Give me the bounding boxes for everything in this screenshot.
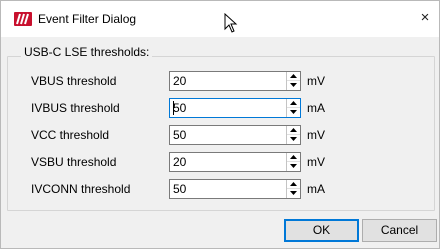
spinbox-value[interactable]: 50	[173, 182, 186, 196]
threshold-row-ivbus: IVBUS threshold 50 mA	[1, 98, 440, 118]
spin-down-icon[interactable]	[287, 189, 300, 198]
threshold-unit: mV	[307, 74, 325, 88]
spinbox-value[interactable]: 20	[173, 155, 186, 169]
ivconn-threshold-spinbox[interactable]: 50	[169, 179, 301, 199]
cancel-button[interactable]: Cancel	[362, 219, 437, 242]
spinbox-value[interactable]: 50	[173, 128, 186, 142]
spinbox-arrows	[286, 72, 300, 90]
spin-up-icon[interactable]	[287, 126, 300, 135]
spin-up-icon[interactable]	[287, 153, 300, 162]
threshold-row-ivconn: IVCONN threshold 50 mA	[1, 179, 440, 199]
close-icon[interactable]: ×	[417, 10, 433, 26]
threshold-label: VSBU threshold	[31, 155, 117, 169]
threshold-unit: mV	[307, 128, 325, 142]
threshold-label: IVBUS threshold	[31, 101, 120, 115]
threshold-unit: mA	[307, 101, 325, 115]
threshold-row-vsbu: VSBU threshold 20 mV	[1, 152, 440, 172]
ok-button[interactable]: OK	[284, 219, 359, 242]
vbus-threshold-spinbox[interactable]: 20	[169, 71, 301, 91]
threshold-label: VCC threshold	[31, 128, 110, 142]
threshold-label: IVCONN threshold	[31, 182, 131, 196]
threshold-unit: mA	[307, 182, 325, 196]
dialog-window: Event Filter Dialog × USB-C LSE threshol…	[0, 0, 440, 249]
threshold-row-vbus: VBUS threshold 20 mV	[1, 71, 440, 91]
spin-down-icon[interactable]	[287, 162, 300, 171]
spin-up-icon[interactable]	[287, 72, 300, 81]
spin-up-icon[interactable]	[287, 180, 300, 189]
group-title: USB-C LSE thresholds:	[21, 45, 153, 59]
spinbox-arrows	[286, 153, 300, 171]
threshold-row-vcc: VCC threshold 50 mV	[1, 125, 440, 145]
text-caret	[173, 101, 174, 115]
spin-up-icon[interactable]	[287, 99, 300, 108]
ivbus-threshold-spinbox[interactable]: 50	[169, 98, 301, 118]
spinbox-arrows	[286, 180, 300, 198]
spin-down-icon[interactable]	[287, 81, 300, 90]
threshold-label: VBUS threshold	[31, 74, 117, 88]
spinbox-arrows	[286, 126, 300, 144]
spinbox-value[interactable]: 50	[173, 101, 186, 115]
title-bar[interactable]: Event Filter Dialog ×	[1, 1, 439, 37]
spinbox-value[interactable]: 20	[173, 74, 186, 88]
vsbu-threshold-spinbox[interactable]: 20	[169, 152, 301, 172]
mouse-cursor-icon	[224, 13, 238, 33]
vcc-threshold-spinbox[interactable]: 50	[169, 125, 301, 145]
app-logo-icon	[14, 12, 32, 26]
window-title: Event Filter Dialog	[38, 12, 137, 26]
threshold-unit: mV	[307, 155, 325, 169]
spinbox-arrows	[286, 99, 300, 117]
spin-down-icon[interactable]	[287, 135, 300, 144]
spin-down-icon[interactable]	[287, 108, 300, 117]
